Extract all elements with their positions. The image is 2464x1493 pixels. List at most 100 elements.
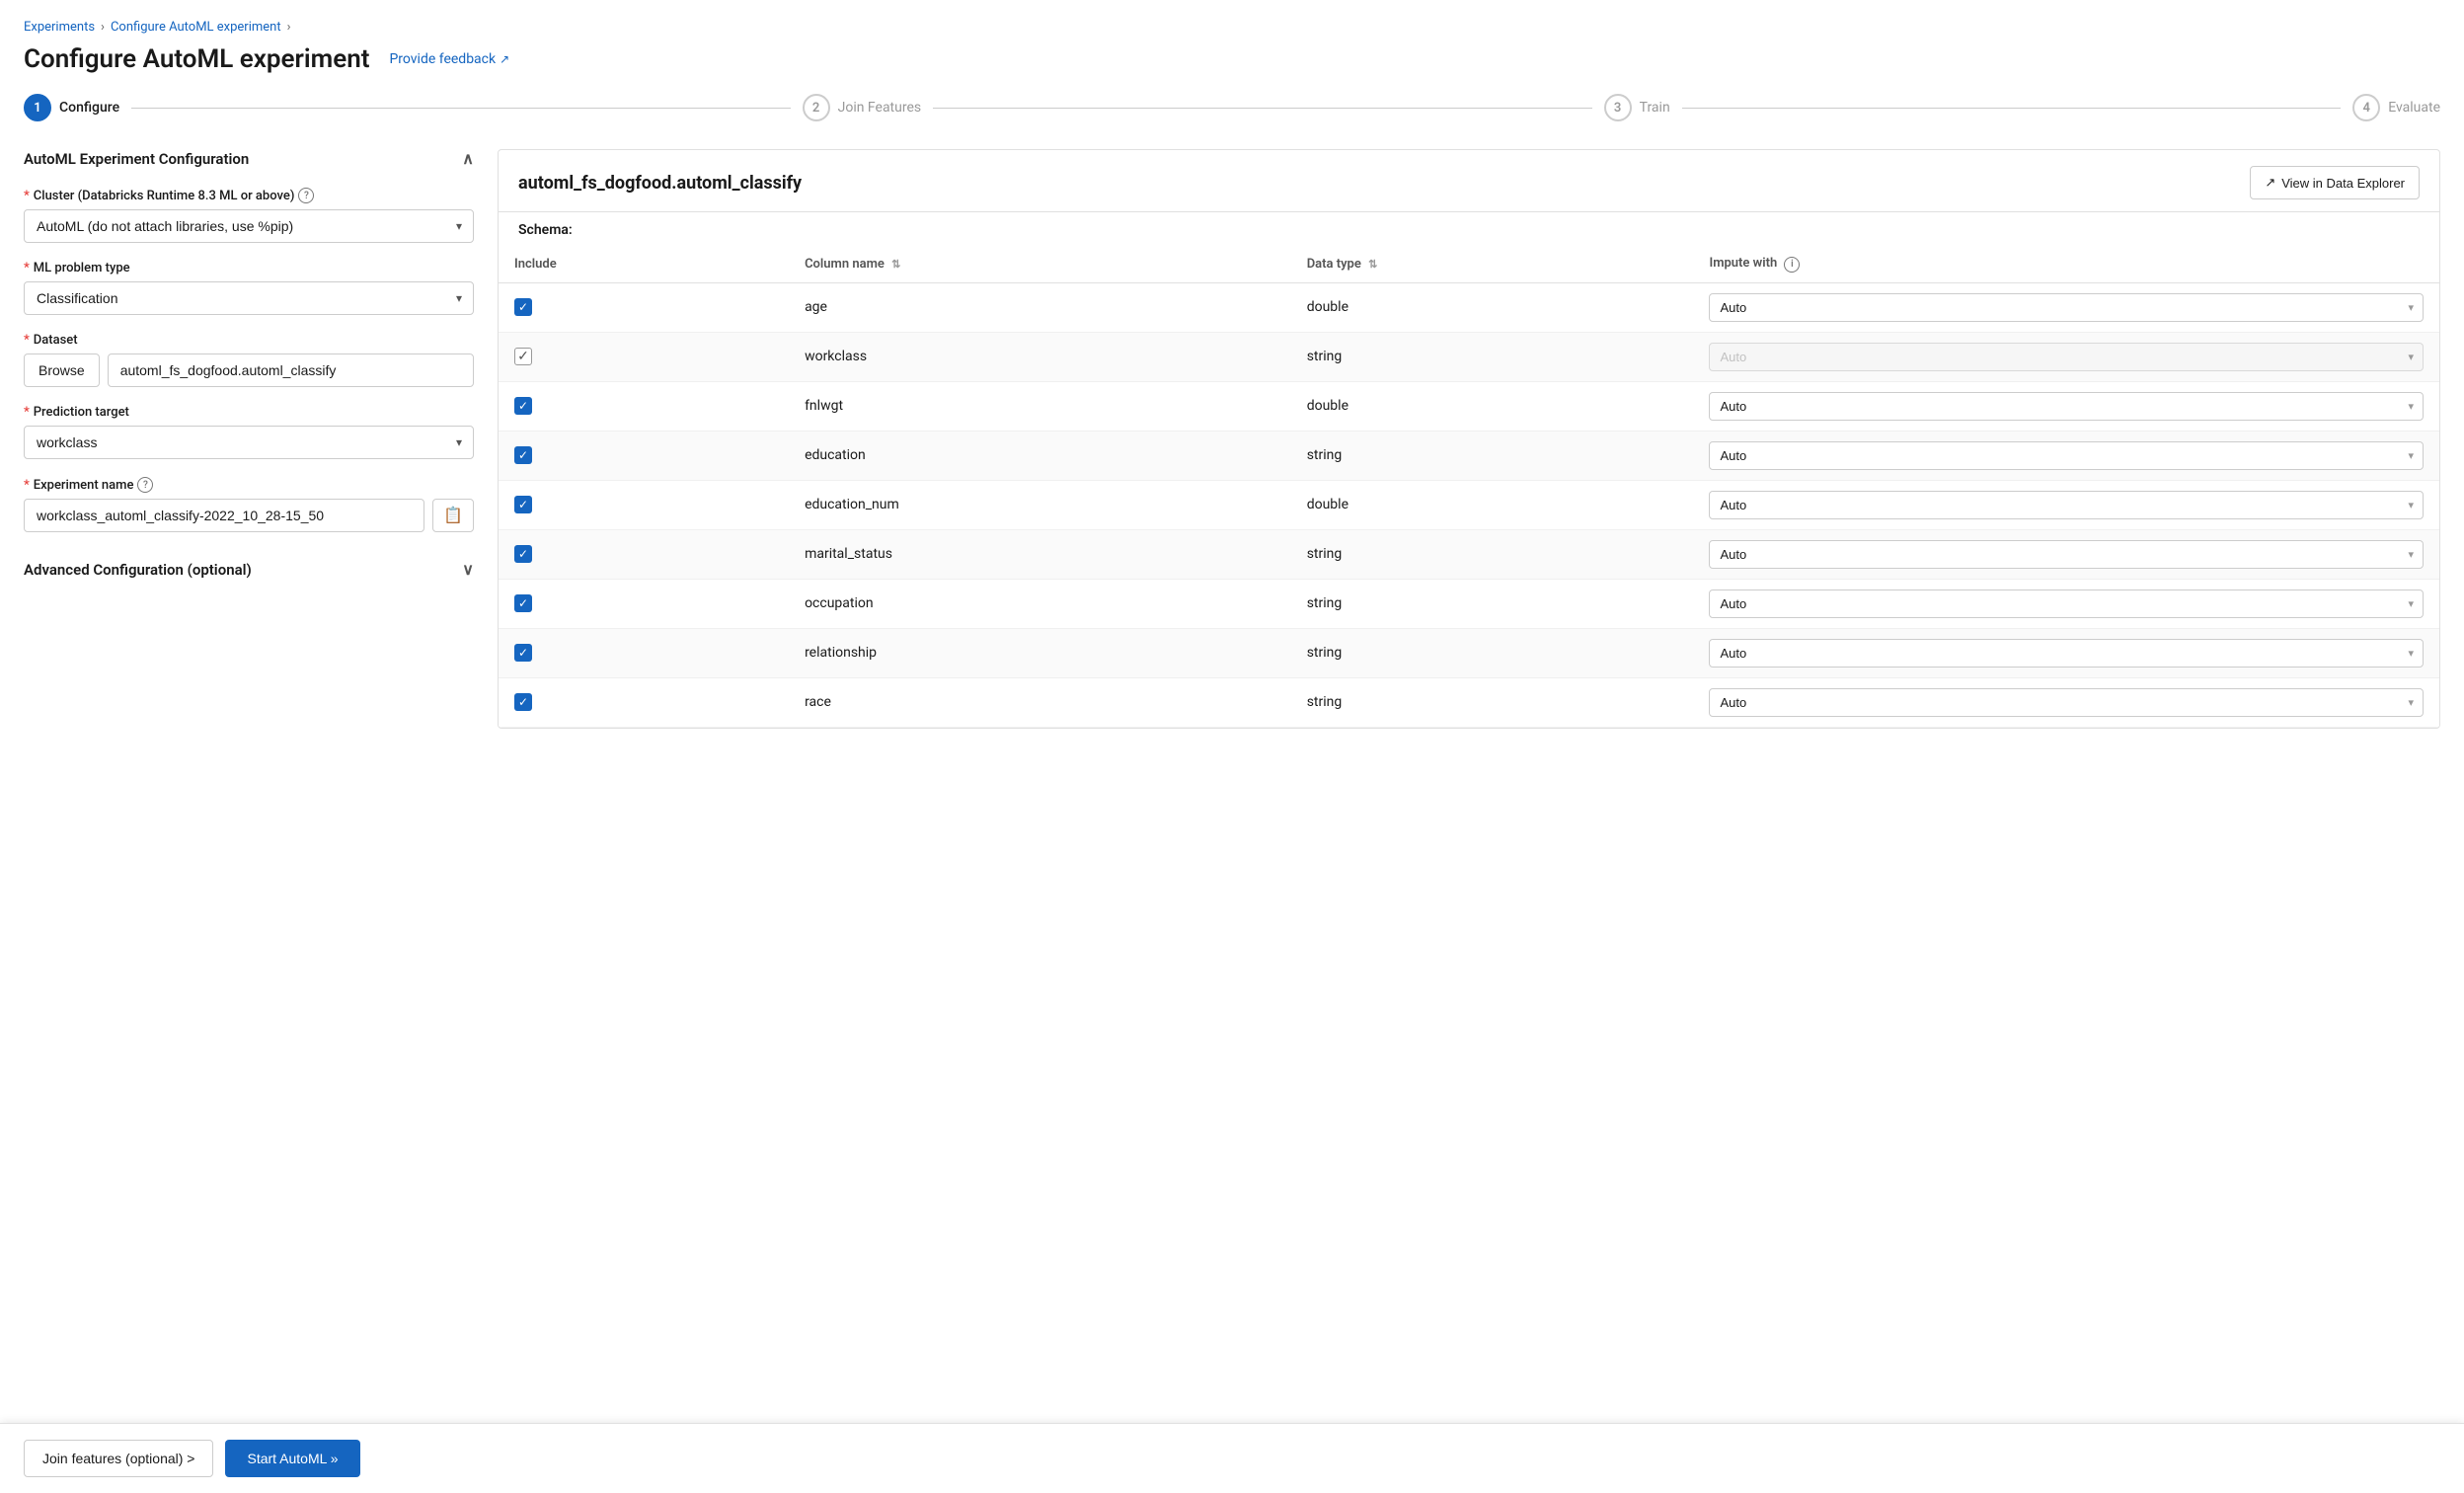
feedback-label: Provide feedback	[389, 51, 496, 67]
exp-help-icon[interactable]: ?	[137, 477, 153, 493]
page-header: Configure AutoML experiment Provide feed…	[24, 44, 2440, 74]
ml-required-star: *	[24, 261, 30, 275]
feedback-link[interactable]: Provide feedback ↗	[389, 51, 509, 67]
cell-data-type: string	[1291, 677, 1694, 727]
view-explorer-label: View in Data Explorer	[2281, 176, 2405, 191]
checkbox-checked[interactable]: ✓	[514, 496, 532, 513]
right-panel: automl_fs_dogfood.automl_classify ↗ View…	[498, 149, 2440, 729]
view-in-data-explorer-button[interactable]: ↗ View in Data Explorer	[2250, 166, 2420, 199]
table-row: ✓fnlwgtdoubleAuto▾	[499, 381, 2439, 431]
prediction-target-select-wrapper: workclass ▾	[24, 426, 474, 459]
step-circle-1: 1	[24, 94, 51, 121]
impute-select[interactable]: Auto	[1709, 589, 2424, 618]
ml-problem-select-wrapper: Classification ▾	[24, 281, 474, 315]
cell-data-type: double	[1291, 282, 1694, 332]
prediction-target-label: * Prediction target	[24, 405, 474, 420]
checkbox-checked[interactable]: ✓	[514, 298, 532, 316]
table-row: ✓marital_statusstringAuto▾	[499, 529, 2439, 579]
cell-impute-with: Auto▾	[1693, 677, 2439, 727]
cluster-group: * Cluster (Databricks Runtime 8.3 ML or …	[24, 188, 474, 243]
page-title: Configure AutoML experiment	[24, 44, 369, 74]
impute-select[interactable]: Auto	[1709, 491, 2424, 519]
checkbox-checked[interactable]: ✓	[514, 397, 532, 415]
start-automl-button[interactable]: Start AutoML »	[225, 1440, 359, 1477]
data-type-sort-icon: ⇅	[1368, 258, 1377, 271]
step-train[interactable]: 3 Train	[1604, 94, 1670, 121]
checkbox-checked[interactable]: ✓	[514, 545, 532, 563]
step-label-evaluate: Evaluate	[2388, 100, 2440, 116]
cell-impute-with: Auto▾	[1693, 282, 2439, 332]
impute-select[interactable]: Auto	[1709, 392, 2424, 421]
ml-problem-group: * ML problem type Classification ▾	[24, 261, 474, 315]
exp-required-star: *	[24, 478, 30, 493]
prediction-target-select[interactable]: workclass	[24, 426, 474, 459]
step-join-features[interactable]: 2 Join Features	[803, 94, 922, 121]
advanced-collapse-icon[interactable]: ∨	[462, 560, 474, 579]
checkbox-partial[interactable]: ✓	[514, 348, 532, 365]
view-explorer-icon: ↗	[2265, 175, 2275, 191]
checkbox-checked[interactable]: ✓	[514, 594, 532, 612]
main-layout: AutoML Experiment Configuration ∧ * Clus…	[24, 149, 2440, 729]
ml-problem-label: * ML problem type	[24, 261, 474, 275]
table-row: ✓occupationstringAuto▾	[499, 579, 2439, 628]
cluster-label: * Cluster (Databricks Runtime 8.3 ML or …	[24, 188, 474, 203]
col-column-name[interactable]: Column name ⇅	[789, 246, 1291, 282]
impute-select[interactable]: Auto	[1709, 293, 2424, 322]
step-evaluate[interactable]: 4 Evaluate	[2352, 94, 2440, 121]
step-configure[interactable]: 1 Configure	[24, 94, 119, 121]
cell-impute-with: Auto▾	[1693, 332, 2439, 381]
cell-data-type: string	[1291, 579, 1694, 628]
impute-select[interactable]: Auto	[1709, 688, 2424, 717]
notebook-icon-button[interactable]: 📋	[432, 499, 474, 532]
cluster-select-wrapper: AutoML (do not attach libraries, use %pi…	[24, 209, 474, 243]
cell-impute-with: Auto▾	[1693, 628, 2439, 677]
table-row: ✓ agedoubleAuto▾	[499, 282, 2439, 332]
cell-data-type: string	[1291, 431, 1694, 480]
cell-data-type: string	[1291, 529, 1694, 579]
step-circle-3: 3	[1604, 94, 1632, 121]
checkbox-checked[interactable]: ✓	[514, 644, 532, 662]
section-header: AutoML Experiment Configuration ∧	[24, 149, 474, 172]
step-label-train: Train	[1640, 100, 1670, 116]
impute-select[interactable]: Auto	[1709, 441, 2424, 470]
breadcrumb-sep-1: ›	[101, 20, 105, 35]
cluster-select[interactable]: AutoML (do not attach libraries, use %pi…	[24, 209, 474, 243]
cell-impute-with: Auto▾	[1693, 579, 2439, 628]
advanced-config-section[interactable]: Advanced Configuration (optional) ∨	[24, 550, 474, 589]
cell-column-name: relationship	[789, 628, 1291, 677]
table-row: ✓education_numdoubleAuto▾	[499, 480, 2439, 529]
experiment-name-row: 📋	[24, 499, 474, 532]
step-line-3	[1682, 108, 2342, 109]
cell-column-name: workclass	[789, 332, 1291, 381]
dataset-row: Browse	[24, 354, 474, 387]
cell-column-name: age	[789, 282, 1291, 332]
dataset-input[interactable]	[108, 354, 474, 387]
breadcrumb-configure[interactable]: Configure AutoML experiment	[111, 20, 281, 35]
collapse-icon[interactable]: ∧	[462, 149, 474, 168]
impute-select[interactable]: Auto	[1709, 540, 2424, 569]
table-row: ✓workclassstringAuto▾	[499, 332, 2439, 381]
table-row: ✓educationstringAuto▾	[499, 431, 2439, 480]
step-line-2	[933, 108, 1592, 109]
dataset-label: * Dataset	[24, 333, 474, 348]
external-link-icon: ↗	[500, 52, 509, 66]
impute-info-icon[interactable]: i	[1784, 257, 1800, 273]
browse-button[interactable]: Browse	[24, 354, 100, 387]
cluster-help-icon[interactable]: ?	[298, 188, 314, 203]
ml-problem-select[interactable]: Classification	[24, 281, 474, 315]
cell-column-name: race	[789, 677, 1291, 727]
impute-select[interactable]: Auto	[1709, 639, 2424, 668]
checkbox-checked[interactable]: ✓	[514, 446, 532, 464]
breadcrumb: Experiments › Configure AutoML experimen…	[24, 20, 2440, 35]
breadcrumb-experiments[interactable]: Experiments	[24, 20, 95, 35]
experiment-name-input[interactable]	[24, 499, 424, 532]
experiment-name-group: * Experiment name ? 📋	[24, 477, 474, 532]
checkbox-checked[interactable]: ✓	[514, 693, 532, 711]
section-title: AutoML Experiment Configuration	[24, 150, 249, 168]
col-impute-with: Impute with i	[1693, 246, 2439, 282]
col-include: Include	[499, 246, 789, 282]
col-data-type[interactable]: Data type ⇅	[1291, 246, 1694, 282]
cell-data-type: double	[1291, 381, 1694, 431]
cell-column-name: marital_status	[789, 529, 1291, 579]
join-features-button[interactable]: Join features (optional) >	[24, 1440, 213, 1477]
